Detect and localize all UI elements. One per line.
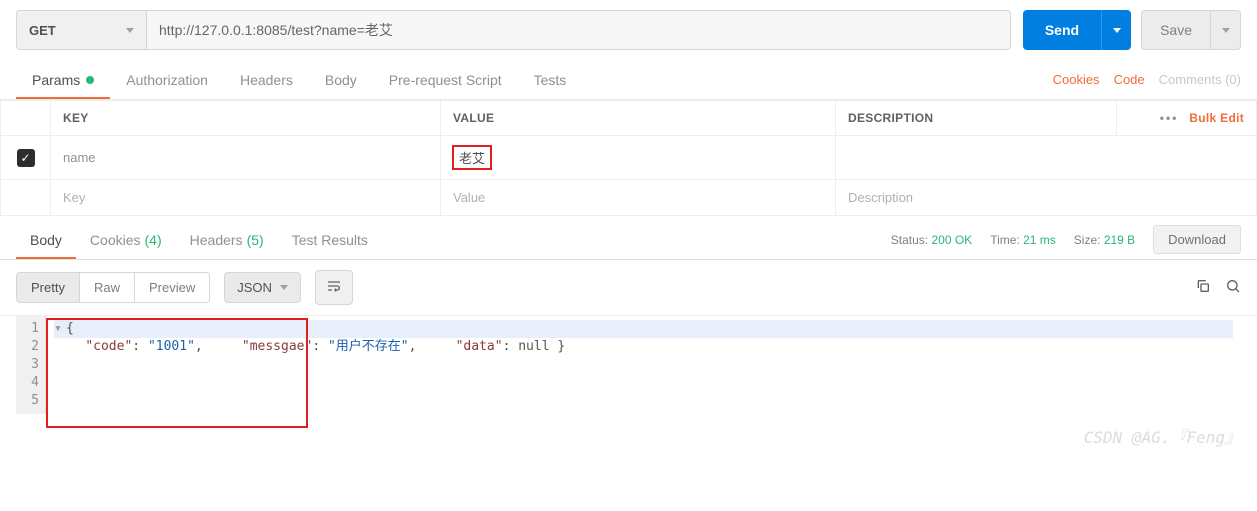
resp-tab-test-results[interactable]: Test Results: [278, 220, 382, 259]
view-preview-button[interactable]: Preview: [135, 273, 209, 302]
tab-headers[interactable]: Headers: [224, 60, 309, 99]
save-dropdown-button[interactable]: [1211, 10, 1241, 50]
line-gutter: 1 2 3 4 5: [16, 316, 46, 414]
param-key-cell[interactable]: name: [51, 136, 441, 180]
cookies-link[interactable]: Cookies: [1053, 72, 1100, 87]
http-method-select[interactable]: GET: [16, 10, 146, 50]
param-description-cell[interactable]: [836, 136, 1257, 180]
send-dropdown-button[interactable]: [1101, 10, 1131, 50]
table-row: ✓ name 老艾: [1, 136, 1257, 180]
new-description-cell[interactable]: Description: [836, 180, 1257, 216]
column-key: KEY: [51, 101, 441, 136]
params-active-dot: [86, 76, 94, 84]
response-tabs: Body Cookies (4) Headers (5) Test Result…: [0, 216, 1257, 260]
copy-icon[interactable]: [1195, 278, 1211, 297]
chevron-down-icon: [126, 28, 134, 33]
param-value-cell[interactable]: 老艾: [441, 136, 836, 180]
code-link[interactable]: Code: [1114, 72, 1145, 87]
chevron-down-icon: [1113, 28, 1121, 33]
resp-tab-headers[interactable]: Headers (5): [176, 220, 278, 259]
new-key-cell[interactable]: Key: [51, 180, 441, 216]
tab-authorization[interactable]: Authorization: [110, 60, 224, 99]
response-view-bar: Pretty Raw Preview JSON: [0, 260, 1257, 316]
params-table: KEY VALUE DESCRIPTION ••• Bulk Edit ✓ na…: [0, 100, 1257, 216]
tab-pre-request-script[interactable]: Pre-request Script: [373, 60, 518, 99]
tab-params[interactable]: Params: [16, 60, 110, 99]
table-row-new: Key Value Description: [1, 180, 1257, 216]
highlighted-value: 老艾: [453, 146, 491, 169]
more-columns-icon[interactable]: •••: [1160, 111, 1179, 125]
tab-body[interactable]: Body: [309, 60, 373, 99]
status-label: Status: 200 OK: [891, 233, 972, 247]
chevron-down-icon: [280, 285, 288, 290]
time-label: Time: 21 ms: [990, 233, 1056, 247]
url-input[interactable]: [146, 10, 1011, 50]
row-checkbox[interactable]: ✓: [17, 149, 35, 167]
send-button[interactable]: Send: [1023, 10, 1101, 50]
format-select[interactable]: JSON: [224, 272, 301, 303]
new-value-cell[interactable]: Value: [441, 180, 836, 216]
column-value: VALUE: [441, 101, 836, 136]
response-code[interactable]: ▾{ "code": "1001", "messgae": "用户不存在", "…: [46, 316, 1241, 414]
http-method-label: GET: [29, 23, 56, 38]
tab-tests[interactable]: Tests: [518, 60, 583, 99]
comments-link[interactable]: Comments (0): [1159, 72, 1241, 87]
size-label: Size: 219 B: [1074, 233, 1135, 247]
wrap-icon: [326, 278, 342, 297]
resp-tab-cookies[interactable]: Cookies (4): [76, 220, 176, 259]
request-tabs: Params Authorization Headers Body Pre-re…: [0, 60, 1257, 100]
save-button[interactable]: Save: [1141, 10, 1211, 50]
column-description: DESCRIPTION: [836, 101, 1117, 136]
resp-tab-body[interactable]: Body: [16, 220, 76, 259]
view-raw-button[interactable]: Raw: [80, 273, 135, 302]
download-button[interactable]: Download: [1153, 225, 1241, 254]
fold-icon[interactable]: ▾: [54, 320, 64, 338]
search-icon[interactable]: [1225, 278, 1241, 297]
chevron-down-icon: [1222, 28, 1230, 33]
watermark: CSDN @AG.『Feng』: [1084, 424, 1241, 448]
view-pretty-button[interactable]: Pretty: [17, 273, 80, 302]
bulk-edit-link[interactable]: Bulk Edit: [1189, 111, 1244, 125]
wrap-lines-button[interactable]: [315, 270, 353, 305]
response-body-area: 1 2 3 4 5 ▾{ "code": "1001", "messgae": …: [0, 316, 1257, 454]
